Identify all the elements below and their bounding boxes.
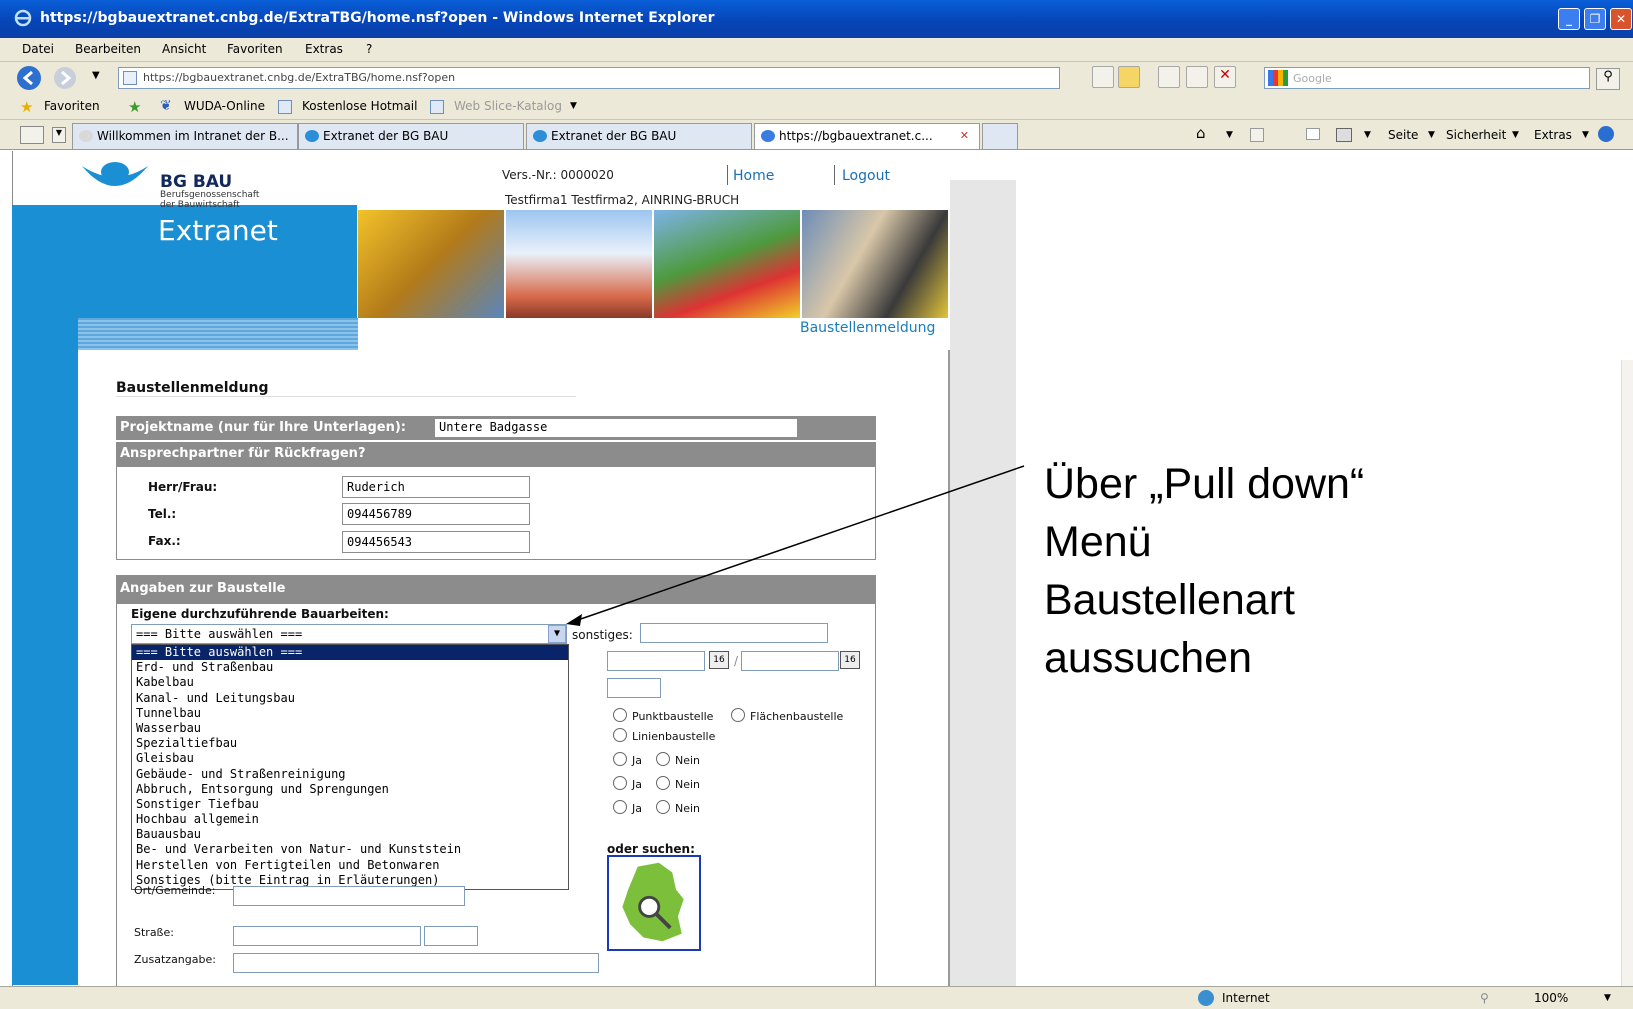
zone-label: Internet bbox=[1222, 991, 1270, 1005]
annotation-text: Über „Pull down“ Menü Baustellenart auss… bbox=[1044, 460, 1365, 682]
page-scrollbar[interactable] bbox=[1621, 360, 1633, 986]
status-bar: Internet ⚲ 100% ▼ bbox=[0, 986, 1633, 1009]
protected-mode-icon: ⚲ bbox=[1480, 991, 1489, 1005]
zoom-dropdown-icon[interactable]: ▼ bbox=[1604, 993, 1611, 1003]
annotation-arrow bbox=[566, 465, 1025, 626]
globe-icon bbox=[1198, 990, 1214, 1006]
zoom-level[interactable]: 100% bbox=[1534, 991, 1568, 1005]
